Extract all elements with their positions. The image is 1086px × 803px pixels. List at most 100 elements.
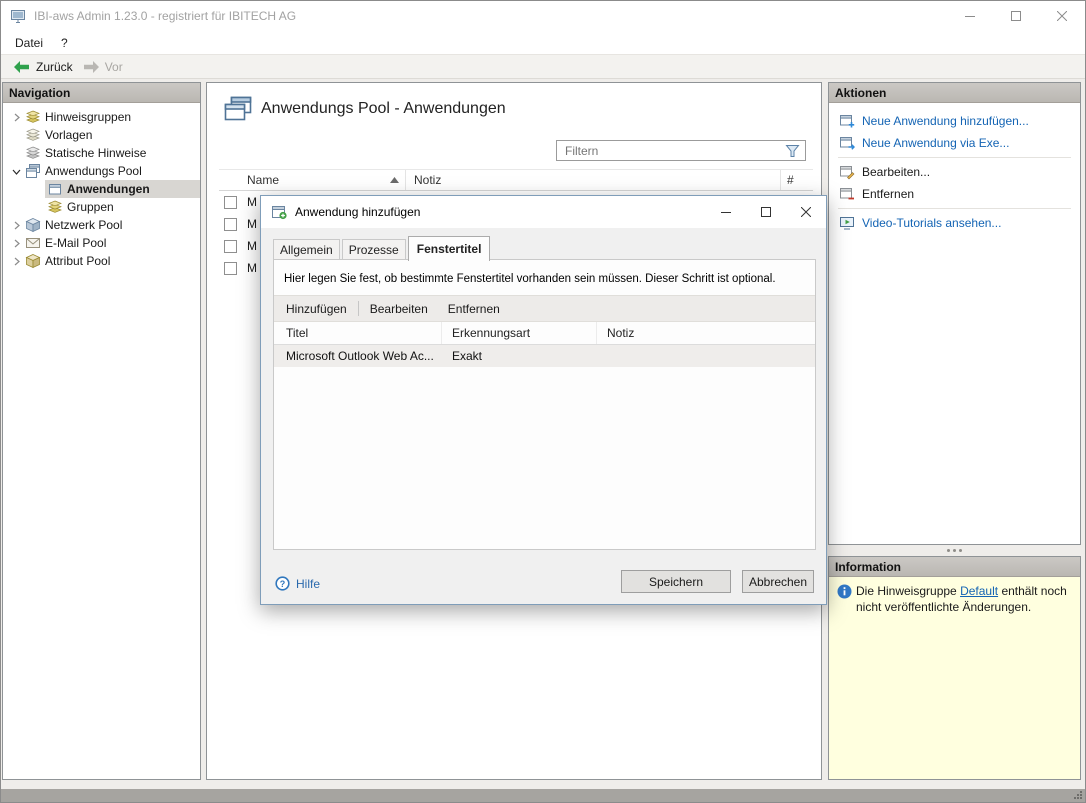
row-titel: Microsoft Outlook Web Ac... [286,349,434,363]
navigation-tree: Hinweisgruppen Vorlagen Statische Hinwei… [3,103,200,270]
dialog-minimize-button[interactable] [706,196,746,228]
titlebar: IBI-aws Admin 1.23.0 - registriert für I… [1,1,1085,31]
sidebar-item-label: Netzwerk Pool [45,218,123,232]
remove-icon [839,186,855,202]
column-header-titel[interactable]: Titel [274,322,442,344]
forward-button[interactable]: Vor [78,55,128,78]
dialog-icon [271,204,287,220]
action-new-application[interactable]: Neue Anwendung hinzufügen... [829,110,1080,132]
sidebar-item-anwendungs-pool[interactable]: Anwendungs Pool [3,162,200,180]
svg-text:?: ? [280,579,286,589]
row-checkbox[interactable] [224,261,237,275]
default-link[interactable]: Default [960,584,998,598]
dialog-list-toolbar: Hinzufügen Bearbeiten Entfernen [274,295,815,322]
help-link[interactable]: ? Hilfe [275,576,320,591]
dialog-buttons: Speichern Abbrechen [621,570,814,593]
column-header-name-label: Name [247,173,280,187]
row-checkbox[interactable] [224,217,237,231]
row-name: M [247,239,257,253]
chevron-right-icon[interactable] [8,108,25,126]
column-header-name[interactable]: Name [241,170,406,190]
column-header-titel-label: Titel [286,326,309,340]
action-video-tutorials[interactable]: Video-Tutorials ansehen... [829,212,1080,234]
column-header-erkennungsart[interactable]: Erkennungsart [442,322,597,344]
sidebar-item-label: Anwendungs Pool [45,164,142,178]
sidebar-item-label: Hinweisgruppen [45,110,132,124]
save-button[interactable]: Speichern [621,570,731,593]
filter-input[interactable] [557,141,805,160]
sidebar-item-anwendungen[interactable]: Anwendungen [45,180,200,198]
information-header-label: Information [835,559,901,574]
tab-prozesse[interactable]: Prozesse [341,239,406,260]
sidebar-item-hinweisgruppen[interactable]: Hinweisgruppen [3,108,200,126]
sidebar-item-netzwerk-pool[interactable]: Netzwerk Pool [3,216,200,234]
action-label: Bearbeiten... [862,165,931,179]
column-header-notiz[interactable]: Notiz [406,170,781,190]
menu-help[interactable]: ? [52,33,77,53]
maximize-button[interactable] [993,1,1039,31]
add-title-button[interactable]: Hinzufügen [284,302,349,316]
action-label: Neue Anwendung hinzufügen... [862,114,1029,128]
tab-fenstertitel[interactable]: Fenstertitel [407,236,491,261]
sidebar-item-gruppen[interactable]: Gruppen [45,198,200,216]
video-tutorials-icon [839,215,855,231]
sort-ascending-icon [390,177,399,183]
close-button[interactable] [1039,1,1085,31]
column-header-notiz-label: Notiz [607,326,635,340]
sidebar-item-label: Attribut Pool [45,254,111,268]
remove-title-button[interactable]: Entfernen [446,302,502,316]
tab-description: Hier legen Sie fest, ob bestimmte Fenste… [284,273,776,285]
nav-toolbar: Zurück Vor [1,54,1085,79]
page-title: Anwendungs Pool - Anwendungen [261,100,506,117]
sidebar-item-vorlagen[interactable]: Vorlagen [3,126,200,144]
select-column-header [219,170,241,190]
panel-splitter[interactable] [828,545,1081,556]
action-edit[interactable]: Bearbeiten... [829,161,1080,183]
column-header-notiz[interactable]: Notiz [597,326,815,340]
window-controls [947,1,1085,31]
chevron-right-icon[interactable] [8,216,25,234]
action-remove[interactable]: Entfernen [829,183,1080,205]
netzwerk-pool-icon [25,217,41,233]
sidebar-item-email-pool[interactable]: E-Mail Pool [3,234,200,252]
actions-header-label: Aktionen [835,85,887,100]
dialog-title: Anwendung hinzufügen [295,205,421,219]
sidebar-item-attribut-pool[interactable]: Attribut Pool [3,252,200,270]
resize-grip[interactable] [1072,789,1083,800]
chevron-down-icon[interactable] [8,162,25,180]
action-label: Video-Tutorials ansehen... [862,216,1002,230]
forward-arrow-icon [83,60,99,73]
row-checkbox[interactable] [224,195,237,209]
chevron-right-icon[interactable] [8,234,25,252]
sidebar-item-statische-hinweise[interactable]: Statische Hinweise [3,144,200,162]
row-checkbox[interactable] [224,239,237,253]
table-row[interactable]: Microsoft Outlook Web Ac... Exakt [274,345,815,367]
information-panel: Information Die Hinweisgruppe Default en… [828,556,1081,780]
dialog-maximize-button[interactable] [746,196,786,228]
column-header-count[interactable]: # [781,173,813,187]
menu-datei[interactable]: Datei [6,33,52,53]
gruppen-icon [47,199,63,215]
information-body: Die Hinweisgruppe Default enthält noch n… [829,577,1080,779]
navigation-header: Navigation [3,83,200,103]
edit-icon [839,164,855,180]
app-icon [10,8,26,24]
back-label: Zurück [36,59,73,74]
column-header-count-label: # [787,173,794,187]
minimize-button[interactable] [947,1,993,31]
actions-list: Neue Anwendung hinzufügen... Neue Anwend… [829,103,1080,234]
action-new-application-via-exe[interactable]: Neue Anwendung via Exe... [829,132,1080,154]
filter-funnel-icon[interactable] [785,144,800,158]
actions-panel: Aktionen Neue Anwendung hinzufügen... Ne… [828,82,1081,545]
back-button[interactable]: Zurück [9,55,78,78]
dialog-close-button[interactable] [786,196,826,228]
cancel-button[interactable]: Abbrechen [742,570,814,593]
forward-label: Vor [104,59,123,74]
chevron-right-icon[interactable] [8,252,25,270]
navigation-header-label: Navigation [9,85,71,100]
tab-allgemein[interactable]: Allgemein [273,239,340,260]
edit-title-button[interactable]: Bearbeiten [368,302,430,316]
hinweisgruppen-icon [25,109,41,125]
